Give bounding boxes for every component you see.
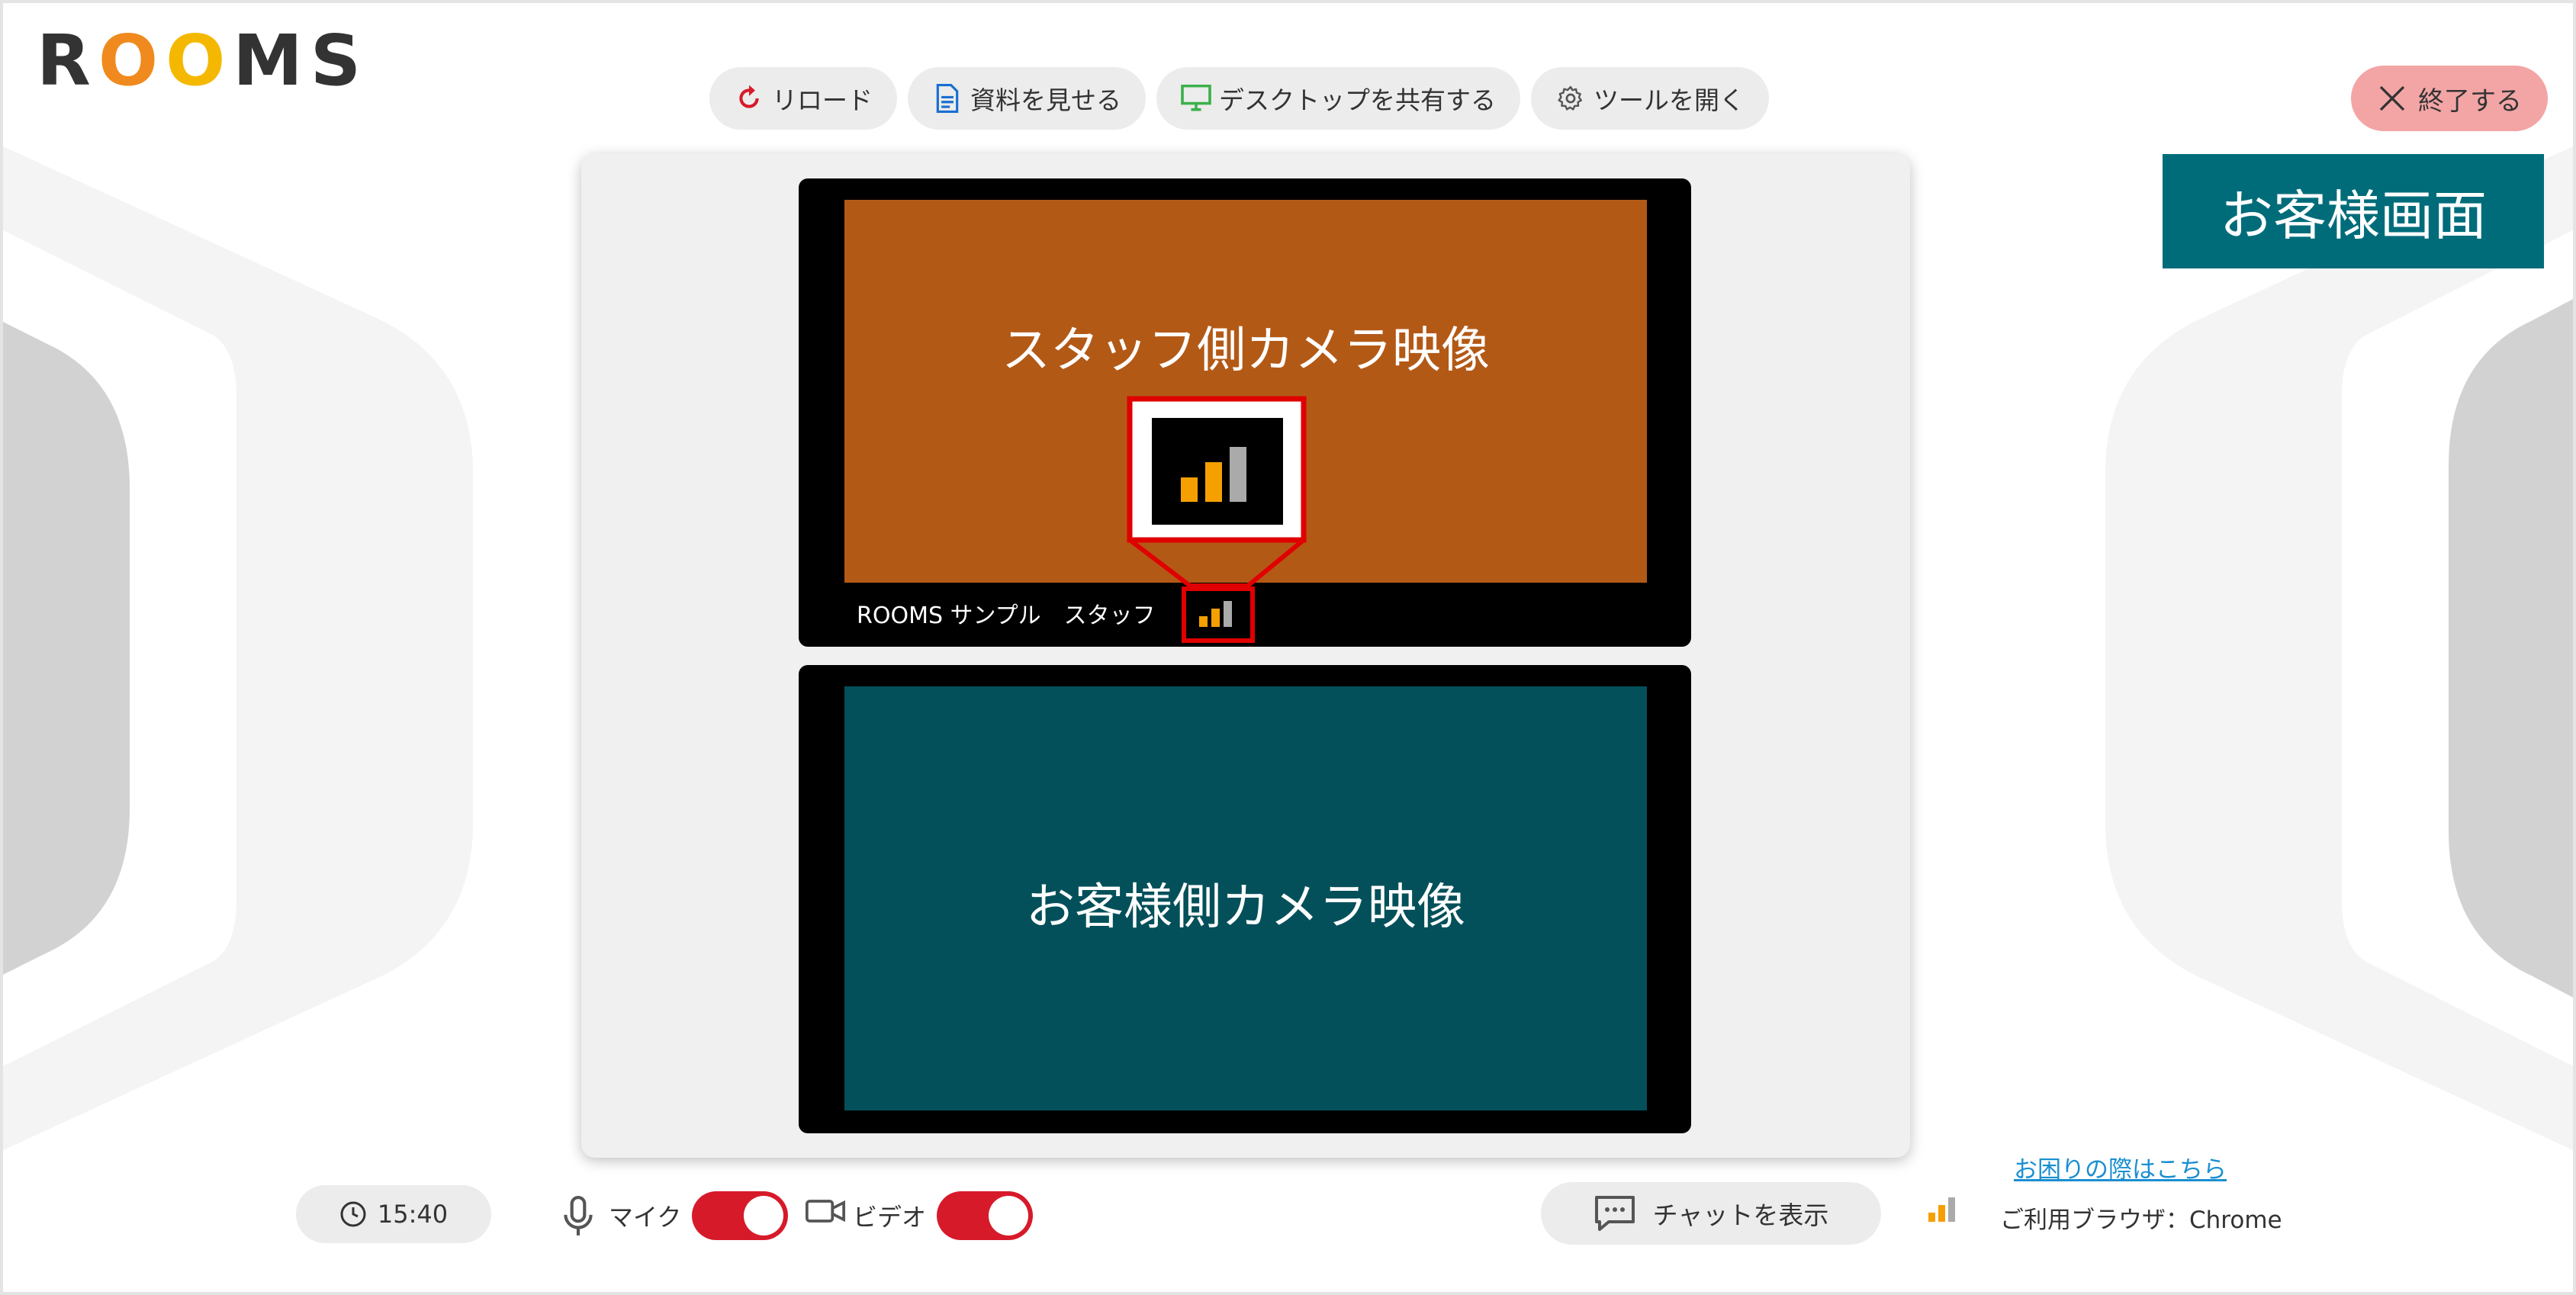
mic-control: マイク [561, 1187, 789, 1245]
signal-bar [1938, 1205, 1945, 1222]
video-toggle[interactable] [937, 1191, 1034, 1240]
logo-letter: M [233, 19, 310, 101]
top-toolbar: リロード 資料を見せる デスクトップを共有する ツールを開く [709, 67, 1769, 130]
gear-icon [1555, 83, 1586, 114]
toggle-knob [989, 1196, 1029, 1236]
end-call-label: 終了する [2418, 85, 2522, 117]
elapsed-time: 15:40 [296, 1185, 491, 1243]
chat-icon [1594, 1194, 1636, 1232]
close-icon [2377, 83, 2407, 114]
clock-icon [339, 1200, 367, 1228]
video-control: ビデオ [806, 1187, 1034, 1245]
logo-letter: S [310, 19, 369, 101]
customer-camera-caption: お客様側カメラ映像 [1026, 879, 1465, 936]
signal-bar [1948, 1197, 1955, 1222]
open-tools-label: ツールを開く [1594, 85, 1745, 115]
logo-letter: O [166, 19, 233, 101]
document-icon [932, 83, 963, 114]
help-link[interactable]: お困りの際はこちら [2014, 1150, 2227, 1184]
show-chat-button[interactable]: チャットを表示 [1541, 1182, 1881, 1245]
monitor-icon [1181, 83, 1211, 114]
reload-button[interactable]: リロード [709, 67, 897, 130]
screen-label: お客様画面 [2163, 154, 2544, 268]
show-chat-label: チャットを表示 [1652, 1200, 1829, 1230]
reload-icon [734, 83, 764, 114]
customer-video-tile: お客様側カメラ映像 [799, 665, 1691, 1133]
signal-strength-icon [1928, 1197, 1955, 1222]
share-desktop-button[interactable]: デスクトップを共有する [1156, 67, 1520, 130]
customer-camera-feed: お客様側カメラ映像 [844, 686, 1647, 1110]
show-document-button[interactable]: 資料を見せる [908, 67, 1146, 130]
video-camera-icon [806, 1196, 845, 1236]
staff-name-label: ROOMS サンプル スタッフ [857, 603, 1156, 629]
show-document-label: 資料を見せる [970, 85, 1121, 115]
staff-video-tile: スタッフ側カメラ映像 ROOMS サンプル スタッフ [799, 178, 1691, 647]
toggle-knob [744, 1196, 784, 1236]
browser-info: ご利用ブラウザ：Chrome [2000, 1207, 2282, 1234]
mic-toggle[interactable] [692, 1191, 789, 1240]
signal-bar [1928, 1213, 1935, 1222]
end-call-button[interactable]: 終了する [2351, 66, 2548, 131]
staff-camera-caption: スタッフ側カメラ映像 [1002, 323, 1490, 379]
microphone-icon [561, 1196, 598, 1236]
staff-camera-feed: スタッフ側カメラ映像 [844, 200, 1647, 583]
logo-letter: R [37, 19, 98, 101]
logo-letter: O [98, 19, 166, 101]
share-desktop-label: デスクトップを共有する [1219, 85, 1496, 115]
reload-label: リロード [772, 85, 873, 115]
video-label: ビデオ [853, 1203, 927, 1232]
open-tools-button[interactable]: ツールを開く [1531, 67, 1769, 130]
rooms-logo: R O O M S [37, 18, 368, 102]
time-label: 15:40 [377, 1200, 449, 1229]
mic-label: マイク [609, 1203, 682, 1232]
